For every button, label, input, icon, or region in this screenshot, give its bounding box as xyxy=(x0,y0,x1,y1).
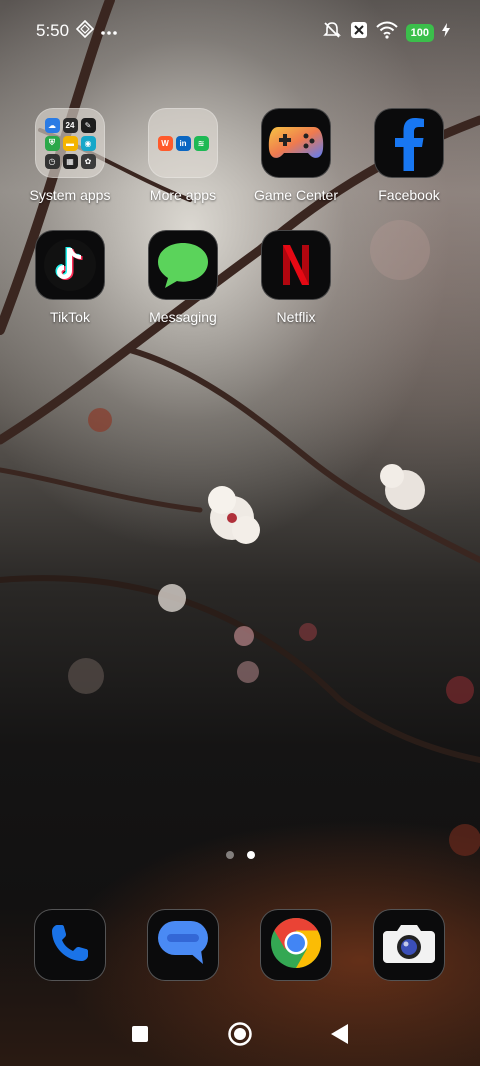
app-facebook[interactable]: Facebook xyxy=(353,108,465,203)
page-dot-active[interactable] xyxy=(247,851,255,859)
home-button[interactable] xyxy=(220,1016,260,1056)
status-bar: 5:50 100 xyxy=(0,0,480,62)
app-label: TikTok xyxy=(50,309,90,325)
charging-icon xyxy=(442,23,450,42)
chrome-icon xyxy=(269,916,323,975)
dock-messages[interactable] xyxy=(147,909,219,981)
more-dots-icon xyxy=(100,23,118,41)
app-label: Netflix xyxy=(276,309,316,325)
app-label: System apps xyxy=(29,187,111,203)
folder-icon: W in ≋ xyxy=(148,108,218,178)
camera-icon xyxy=(381,921,437,970)
status-right-icons: 100 xyxy=(322,20,450,45)
dock-camera[interactable] xyxy=(373,909,445,981)
chat-bubble-icon xyxy=(148,230,218,300)
app-label: Game Center xyxy=(253,187,339,203)
recents-button[interactable] xyxy=(120,1016,160,1056)
wifi-icon xyxy=(375,21,398,44)
folder-icon: ☁ 24 ✎ ⛨ ▬ ◉ ◷ ▦ ✿ xyxy=(35,108,105,178)
status-left-icons xyxy=(75,19,118,43)
page-indicator xyxy=(226,851,255,859)
battery-level: 100 xyxy=(405,23,434,42)
tiktok-icon xyxy=(35,230,105,300)
data-saver-icon xyxy=(75,19,95,43)
dock-phone[interactable] xyxy=(34,909,106,981)
app-netflix[interactable]: Netflix xyxy=(240,230,352,325)
app-messaging[interactable]: Messaging xyxy=(127,230,239,325)
app-label: More apps xyxy=(149,187,217,203)
folder-more-apps[interactable]: W in ≋ More apps xyxy=(127,108,239,203)
messages-icon xyxy=(155,918,211,973)
square-icon xyxy=(131,1025,149,1048)
page-dot[interactable] xyxy=(226,851,234,859)
gamepad-icon xyxy=(261,108,331,178)
dock-chrome[interactable] xyxy=(260,909,332,981)
circle-icon xyxy=(227,1021,253,1052)
app-label: Messaging xyxy=(149,309,217,325)
phone-icon xyxy=(48,921,92,970)
back-button[interactable] xyxy=(320,1016,360,1056)
app-game-center[interactable]: Game Center xyxy=(240,108,352,203)
navigation-bar xyxy=(0,1010,480,1066)
sim-off-icon xyxy=(350,21,368,44)
back-triangle-icon xyxy=(330,1023,350,1050)
status-time: 5:50 xyxy=(36,21,70,40)
app-label: Facebook xyxy=(378,187,440,203)
facebook-icon xyxy=(374,108,444,178)
mute-icon xyxy=(322,20,342,45)
folder-system-apps[interactable]: ☁ 24 ✎ ⛨ ▬ ◉ ◷ ▦ ✿ System apps xyxy=(14,108,126,203)
netflix-icon xyxy=(261,230,331,300)
app-tiktok[interactable]: TikTok xyxy=(14,230,126,325)
